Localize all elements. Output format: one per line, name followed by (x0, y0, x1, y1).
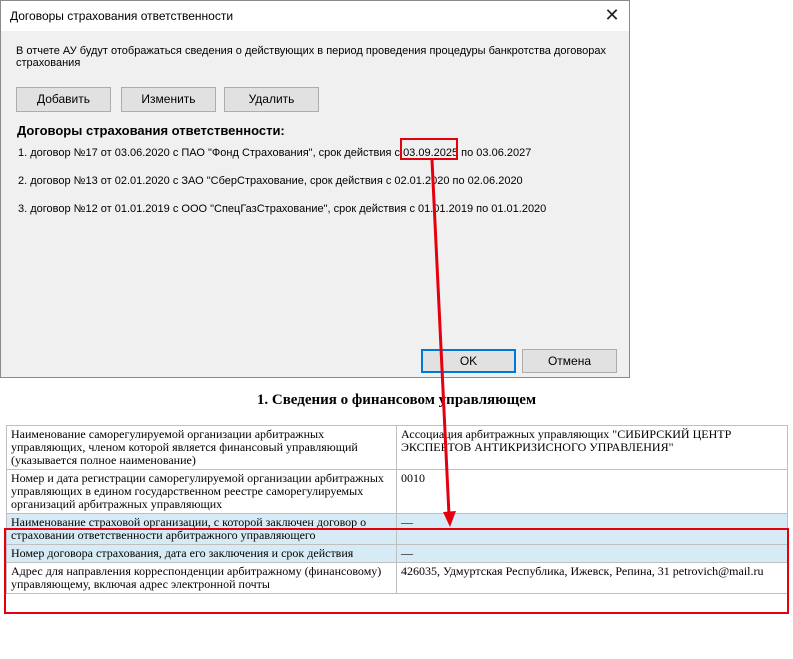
annotation-arrow (430, 159, 456, 527)
arrow-line (430, 159, 451, 516)
arrow-head (443, 511, 456, 527)
